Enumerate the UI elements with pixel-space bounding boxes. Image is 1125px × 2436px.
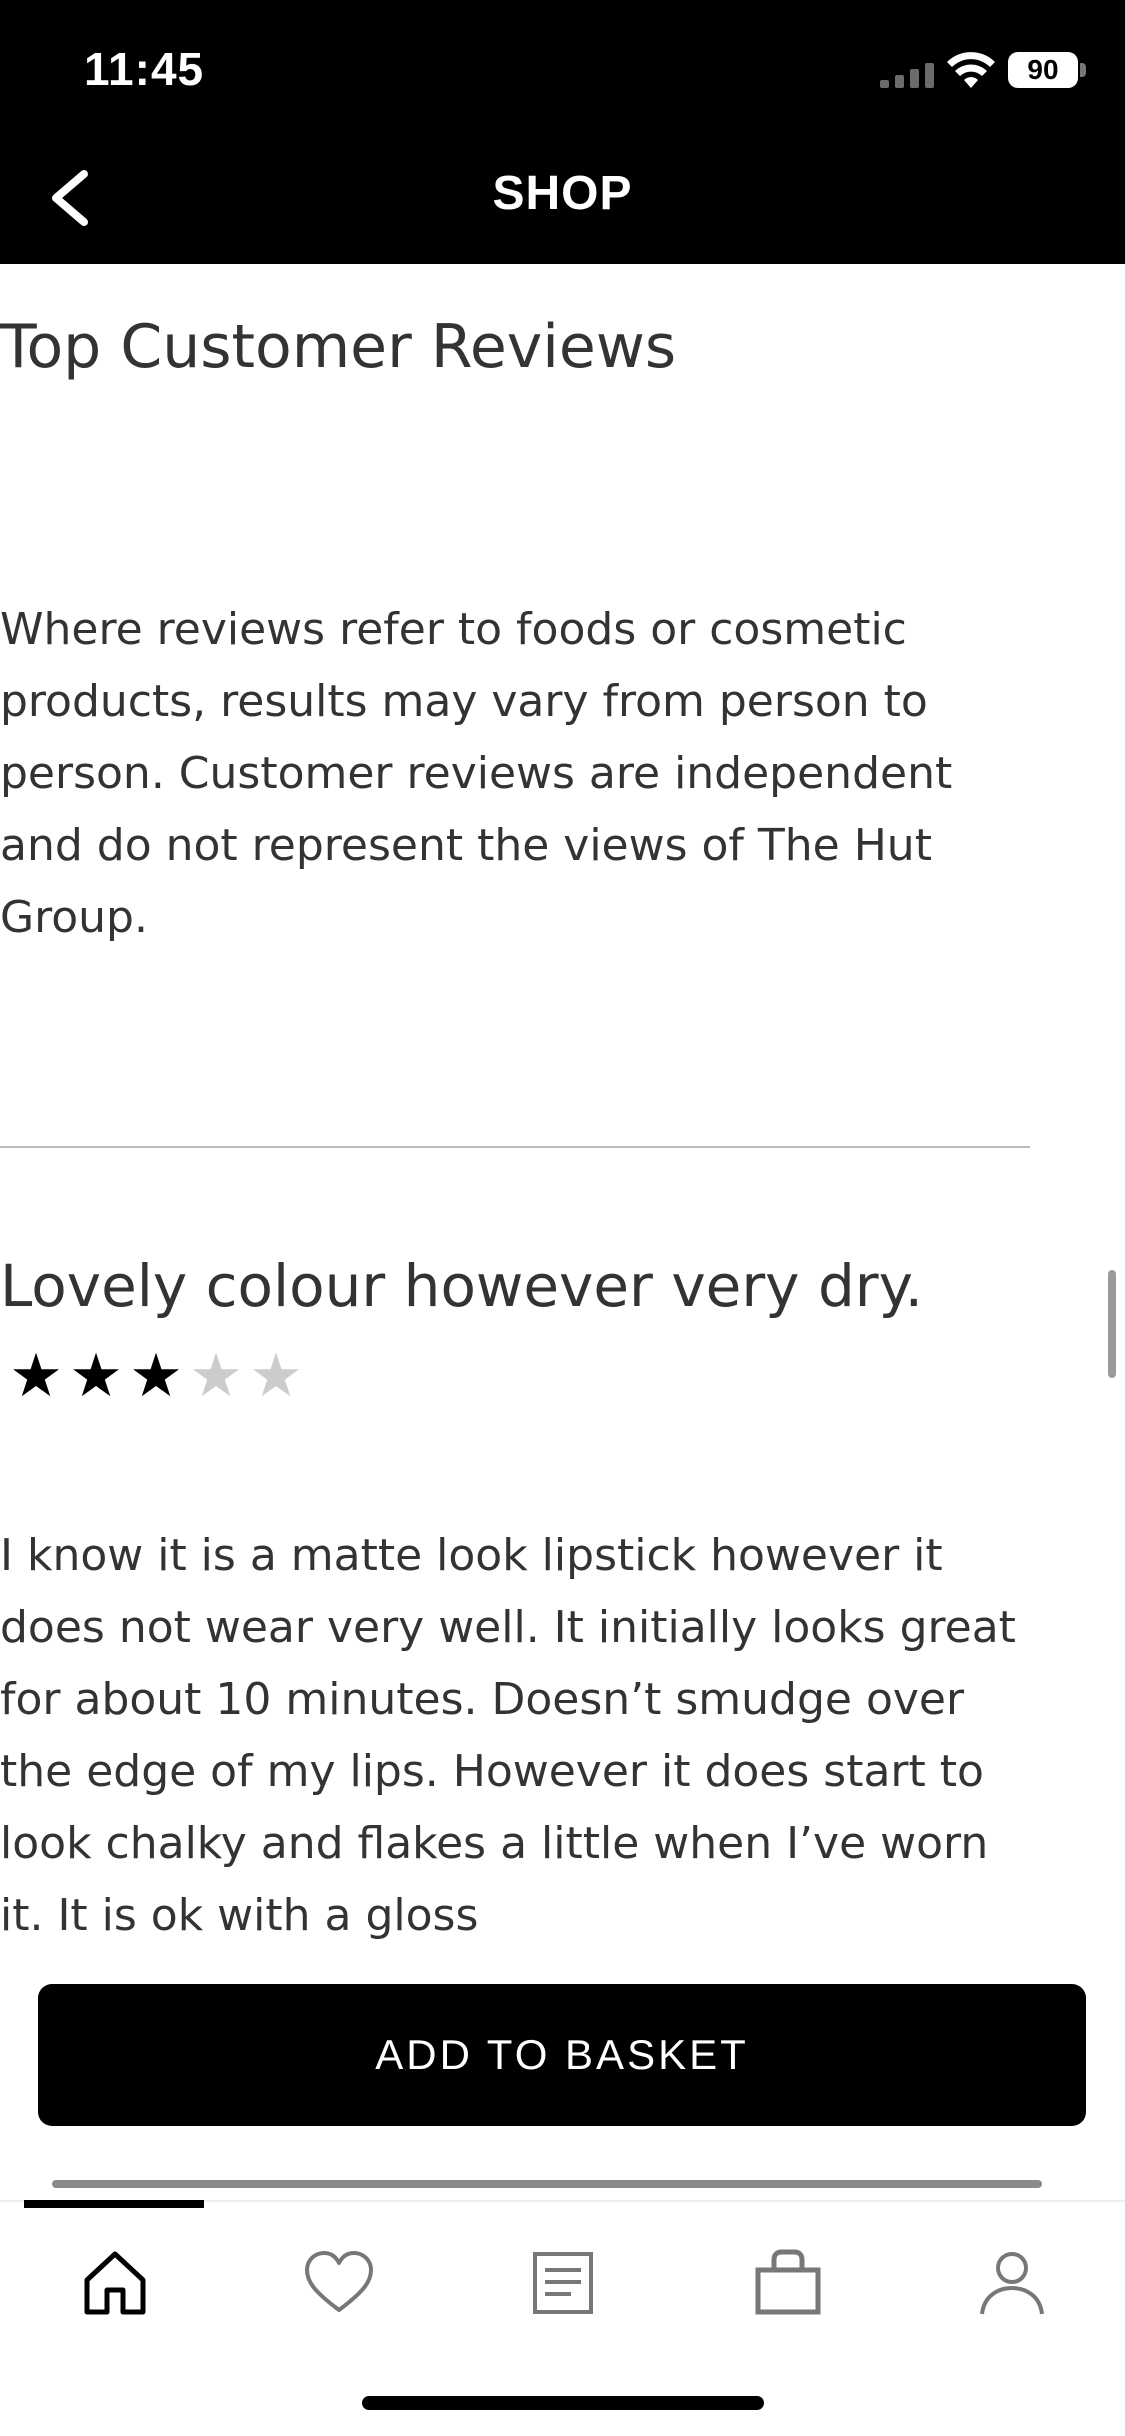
divider (0, 1146, 1030, 1148)
home-indicator (362, 2396, 764, 2410)
star-filled-icon: ★ (129, 1341, 183, 1411)
scrollbar[interactable] (1108, 1270, 1116, 1378)
reviews-disclaimer: Where reviews refer to foods or cosmetic… (0, 604, 953, 943)
review-title: Lovely colour however very dry. (0, 1252, 924, 1320)
page-title: SHOP (492, 167, 633, 220)
wifi-icon (947, 52, 995, 88)
battery-level: 90 (1027, 54, 1059, 85)
battery-icon: 90 (1008, 52, 1086, 88)
review-rating: ★ ★ ★ ★ ★ (6, 1346, 306, 1406)
cellular-signal-icon (880, 63, 934, 88)
bag-icon[interactable] (750, 2244, 826, 2320)
top-bar (0, 0, 1125, 264)
person-icon[interactable] (974, 2244, 1050, 2320)
star-empty-icon: ★ (189, 1341, 243, 1411)
star-filled-icon: ★ (9, 1341, 63, 1411)
heart-icon[interactable] (301, 2244, 377, 2320)
reviews-section-title: Top Customer Reviews (0, 312, 677, 382)
document-icon[interactable] (525, 2244, 601, 2320)
home-icon[interactable] (77, 2244, 153, 2320)
star-filled-icon: ★ (69, 1341, 123, 1411)
add-to-basket-button[interactable]: ADD TO BASKET (38, 1984, 1086, 2126)
star-empty-icon: ★ (249, 1341, 303, 1411)
status-time: 11:45 (84, 43, 205, 95)
scroll-progress-line (52, 2180, 1042, 2188)
active-tab-indicator (24, 2200, 204, 2208)
review-body: I know it is a matte look lipstick howev… (0, 1530, 1016, 1940)
